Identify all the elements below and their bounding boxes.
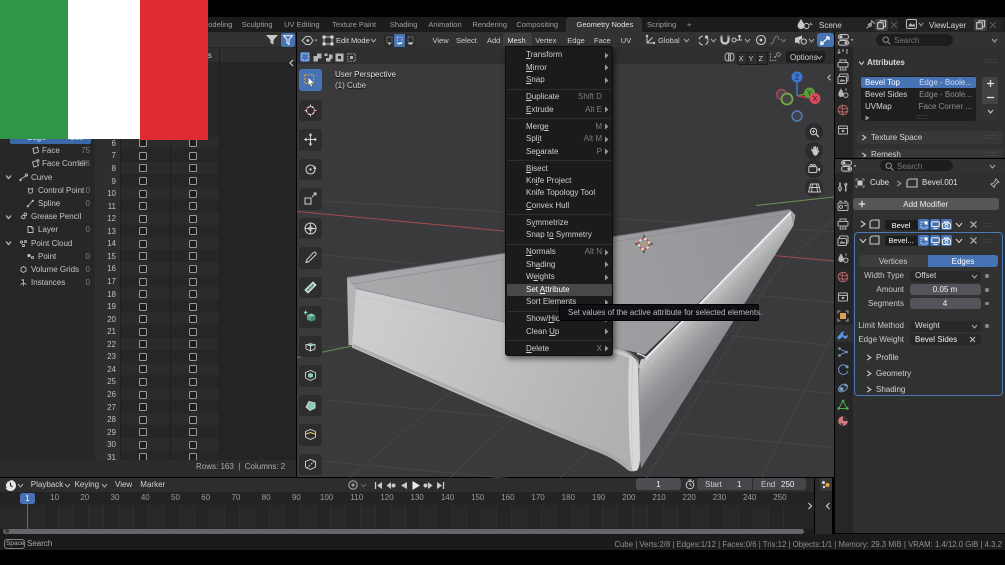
svg-text:X: X (813, 96, 818, 103)
svg-text:Z: Z (795, 75, 800, 82)
